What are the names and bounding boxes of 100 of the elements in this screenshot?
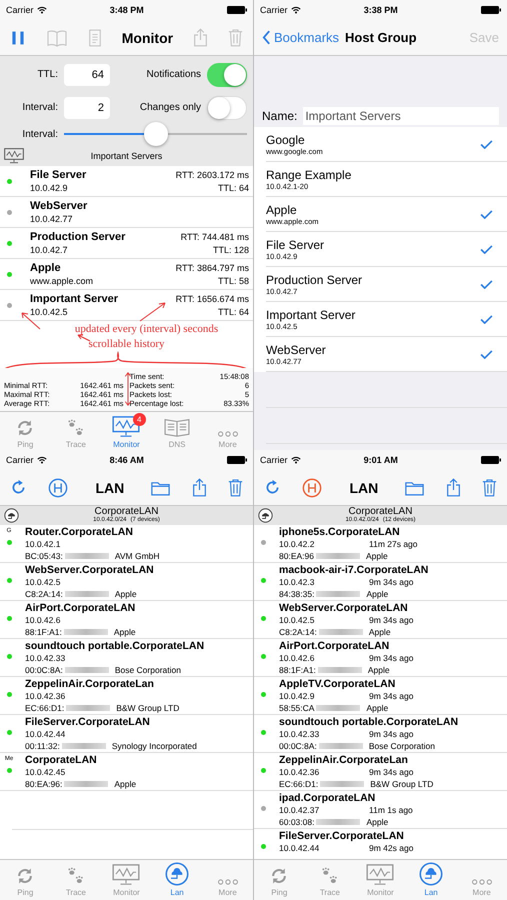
clock: 3:38 PM <box>362 5 399 15</box>
vendor-name: AVM GmbH <box>114 550 160 562</box>
last-seen: 9m 34s ago <box>369 690 414 702</box>
device-row[interactable]: ZeppelinAir.CorporateLan 10.0.42.36 9m 34s ago EC:66:D1: B&W Group LTD <box>254 753 507 791</box>
host-address: 10.0.42.5 <box>30 307 68 317</box>
rtt-value: RTT: 3864.797 ms <box>176 262 249 272</box>
device-name: ZeppelinAir.CorporateLan <box>279 754 409 766</box>
clock: 8:46 AM <box>108 455 145 465</box>
field-label: Interval: <box>21 102 58 113</box>
last-seen: 9m 34s ago <box>369 576 414 588</box>
vendor-name: Apple <box>366 816 388 828</box>
host-name: Apple <box>266 202 298 216</box>
device-name: WebServer.CorporateLAN <box>279 602 409 614</box>
ip-address: 10.0.42.37 <box>279 804 320 816</box>
device-name: FileServer.CorporateLAN <box>279 830 405 842</box>
rtt-value: RTT: 1656.674 ms <box>176 294 249 304</box>
screen-title: LAN <box>349 480 378 496</box>
mac-address: 88:1F:A1: <box>279 664 316 676</box>
host-address: www.apple.com <box>30 276 94 286</box>
network-name: CorporateLAN <box>348 507 412 517</box>
screen-title: Monitor <box>122 30 174 46</box>
host-name: Production Server <box>266 272 362 286</box>
host-row[interactable]: Important Server 10.0.42.5 RTT: 1656.674 ms TTL: 64 <box>0 290 253 321</box>
ip-address: 10.0.42.5 <box>279 614 316 626</box>
mac-address: 80:EA:96 <box>279 550 314 562</box>
ip-address: 10.0.42.33 <box>25 652 66 664</box>
ip-address: 10.0.42.9 <box>279 690 316 702</box>
clock: 3:48 PM <box>108 5 145 15</box>
group-title: Important Servers <box>90 151 164 161</box>
screen-title: Host Group <box>345 30 418 45</box>
ttl-value: TTL: 64 <box>218 182 249 192</box>
device-name: ipad.CorporateLAN <box>279 792 376 804</box>
ip-address: 10.0.42.6 <box>279 652 316 664</box>
name-field[interactable]: Important Servers <box>303 107 499 125</box>
ip-address: 10.0.42.3 <box>279 576 316 588</box>
device-row[interactable]: WebServer.CorporateLAN 10.0.42.5 C8:2A:14: Apple <box>0 563 253 601</box>
ttl-value: TTL: 128 <box>212 244 249 254</box>
device-row[interactable]: soundtouch portable.CorporateLAN 10.0.42.33 00:0C:8A: Bose Corporation <box>0 639 253 677</box>
host-name: Important Server <box>30 293 118 305</box>
last-seen: 9m 42s ago <box>369 842 414 854</box>
ttl-value: TTL: 64 <box>218 306 249 316</box>
annotation-text: updated every (interval) seconds <box>74 323 218 335</box>
device-row[interactable]: macbook-air-i7.CorporateLAN 10.0.42.3 9m 34s ago 84:38:35: Apple <box>254 563 507 601</box>
device-row[interactable]: ipad.CorporateLAN 10.0.42.37 11m 1s ago 60:03:08: Apple <box>254 791 507 829</box>
last-seen: 9m 34s ago <box>369 766 414 778</box>
ip-address: 10.0.42.2 <box>279 538 316 550</box>
host-row[interactable]: File Server 10.0.42.9 RTT: 2603.172 ms TTL: 64 <box>0 166 253 197</box>
device-row[interactable]: FileServer.CorporateLAN 10.0.42.44 00:11:32: Synology Incorporated <box>0 715 253 753</box>
host-name: WebServer <box>30 200 88 212</box>
rtt-value: RTT: 744.481 ms <box>180 232 249 242</box>
annotation-text: scrollable history <box>88 338 165 350</box>
device-name: ZeppelinAir.CorporateLan <box>25 678 155 690</box>
interval-field[interactable]: 2 <box>64 96 110 118</box>
mac-address: 84:38:35: <box>279 588 314 600</box>
screen-title: LAN <box>95 480 124 496</box>
back-button[interactable]: Bookmarks <box>262 30 340 45</box>
ip-address: 10.0.42.36 <box>25 690 66 702</box>
device-name: soundtouch portable.CorporateLAN <box>25 640 204 652</box>
mac-address: 80:EA:96: <box>25 778 62 790</box>
carrier-label: Carrier <box>6 5 34 15</box>
field-label: TTL: <box>36 69 58 80</box>
host-name: File Server <box>266 238 324 252</box>
host-address: 10.0.42.9 <box>30 183 68 193</box>
device-row[interactable]: iphone5s.CorporateLAN 10.0.42.2 11m 27s ago 80:EA:96 Apple <box>254 525 507 563</box>
mac-address: BC:05:43: <box>25 550 63 562</box>
device-name: AirPort.CorporateLAN <box>25 602 136 614</box>
clock: 9:01 AM <box>362 455 399 465</box>
host-address: 10.0.42.77 <box>30 214 73 224</box>
mac-address: EC:66:D1: <box>25 702 64 714</box>
carrier-label: Carrier <box>6 455 34 465</box>
ip-address: 10.0.42.6 <box>25 614 62 626</box>
device-name: macbook-air-i7.CorporateLAN <box>279 564 428 576</box>
host-row[interactable]: Apple www.apple.com RTT: 3864.797 ms TTL: 58 <box>0 259 253 290</box>
host-row[interactable]: Production Server 10.0.42.7 RTT: 744.481 ms TTL: 128 <box>0 228 253 259</box>
ttl-field[interactable]: 64 <box>64 64 110 86</box>
vendor-name: Apple <box>114 626 136 638</box>
ip-address: 10.0.42.44 <box>279 842 320 854</box>
vendor-name: Apple <box>114 778 136 790</box>
carrier-label: Carrier <box>260 455 288 465</box>
device-row[interactable]: AppleTV.CorporateLAN 10.0.42.9 9m 34s ago 58:55:CA Apple <box>254 677 507 715</box>
mac-address: 00:11:32: <box>25 740 60 752</box>
last-seen: 9m 34s ago <box>369 614 414 626</box>
tab[interactable]: Lan <box>406 860 456 900</box>
device-row[interactable]: ZeppelinAir.CorporateLan 10.0.42.36 EC:66:D1: B&W Group LTD <box>0 677 253 715</box>
host-name: WebServer <box>266 342 326 356</box>
host-name: File Server <box>30 169 86 181</box>
vendor-name: Synology Incorporated <box>112 740 197 752</box>
device-row[interactable]: AirPort.CorporateLAN 10.0.42.6 9m 34s ago 88:1F:A1: Apple <box>254 639 507 677</box>
tab[interactable]: Lan <box>152 860 202 900</box>
slider-label: Interval: <box>21 128 58 140</box>
mac-address: 58:55:CA <box>279 702 314 714</box>
device-row[interactable]: WebServer.CorporateLAN 10.0.42.5 9m 34s ago C8:2A:14: Apple <box>254 601 507 639</box>
device-row[interactable]: AirPort.CorporateLAN 10.0.42.6 88:1F:A1: Apple <box>0 601 253 639</box>
device-row[interactable]: soundtouch portable.CorporateLAN 10.0.42.33 9m 34s ago 00:0C:8A: Bose Corporation <box>254 715 507 753</box>
ip-address: 10.0.42.1 <box>25 538 62 550</box>
last-seen: 11m 1s ago <box>369 804 413 816</box>
host-name: Important Server <box>266 308 356 322</box>
host-row[interactable]: WebServer 10.0.42.77 <box>0 197 253 228</box>
host-name: Production Server <box>30 231 126 243</box>
vendor-name: B&W Group LTD <box>116 702 180 714</box>
